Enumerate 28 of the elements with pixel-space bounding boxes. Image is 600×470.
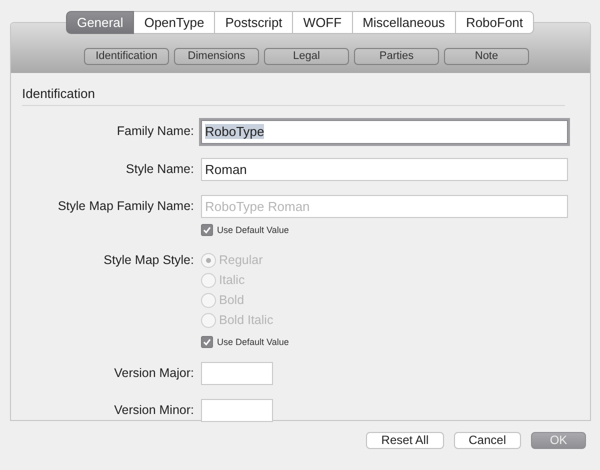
field-label: Style Map Family Name: [56, 198, 195, 215]
button[interactable]: Cancel [454, 432, 521, 449]
input-field[interactable]: Roman [201, 158, 568, 181]
field-label: Family Name: [116, 123, 195, 140]
tab[interactable]: Miscellaneous [352, 11, 456, 34]
tab[interactable]: Postscript [215, 11, 294, 34]
field-label: Style Map Style: [102, 252, 195, 269]
section-button[interactable]: Dimensions [174, 48, 259, 65]
tab[interactable]: OpenType [134, 11, 216, 34]
tab[interactable]: General [66, 11, 134, 34]
radio-label: Bold Italic [219, 313, 274, 327]
button[interactable]: Reset All [366, 432, 444, 449]
tab[interactable]: RoboFont [456, 11, 534, 34]
field-label: Version Major: [113, 365, 195, 382]
input-field[interactable]: RoboType [201, 120, 568, 144]
section-button[interactable]: Legal [264, 48, 349, 65]
section-button[interactable]: Note [444, 48, 529, 65]
radio-label: Italic [219, 273, 245, 287]
section-button[interactable]: Parties [354, 48, 439, 65]
radio-label: Bold [219, 293, 244, 307]
radio-label: Regular [219, 253, 263, 267]
tab[interactable]: WOFF [293, 11, 353, 34]
section-button[interactable]: Identification [84, 48, 169, 65]
checkbox-label: Use Default Value [217, 225, 289, 235]
field-label: Style Name: [124, 161, 195, 178]
checkbox-label: Use Default Value [217, 337, 289, 347]
section-title: Identification [22, 86, 96, 101]
field-label: Version Minor: [113, 402, 195, 419]
